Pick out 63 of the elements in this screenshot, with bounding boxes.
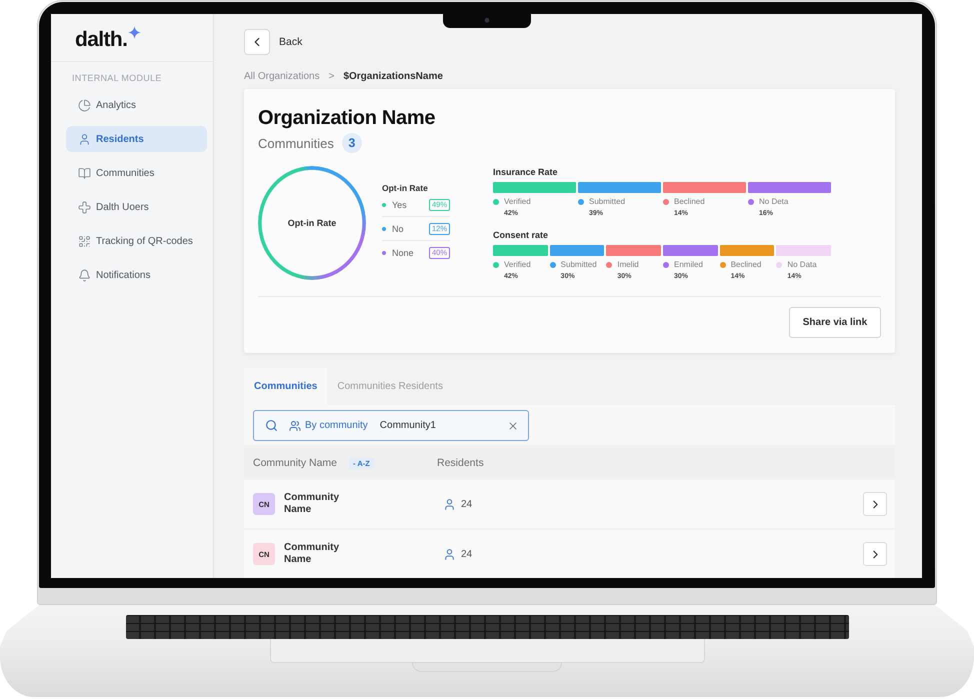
sidebar-item[interactable]: Analytics	[66, 92, 207, 118]
bar-segment	[720, 245, 774, 256]
search-field[interactable]: By community Community1	[253, 410, 529, 441]
sidebar-item[interactable]: Residents	[66, 126, 207, 152]
sidebar-item[interactable]: Dalth Uoers	[66, 194, 207, 220]
section-label: INTERNAL MODULE	[72, 72, 163, 84]
tab[interactable]: Communities	[244, 368, 328, 405]
legend-label: Beclined	[674, 197, 705, 206]
next-button[interactable]	[863, 492, 887, 516]
legend-label: Beclined	[730, 260, 762, 269]
pie-chart-icon	[78, 98, 91, 112]
legend-label: None	[392, 248, 414, 258]
qr-code-icon	[78, 234, 91, 248]
legend-label: No Data	[787, 260, 817, 269]
sidebar-item[interactable]: Tracking of QR-codes	[66, 228, 207, 254]
legend-title: Opt-in Rate	[382, 183, 429, 193]
search-icon	[265, 419, 278, 432]
legend-label: Submitted	[589, 197, 626, 206]
legend-label: Enmiled	[674, 260, 703, 269]
clear-button[interactable]	[507, 420, 519, 432]
bar-segment	[776, 245, 832, 256]
community-name: Community Name	[284, 492, 340, 516]
logo-text: dalth.	[75, 27, 128, 53]
legend-label: No	[392, 224, 404, 234]
close-icon	[507, 420, 519, 432]
bar-segment	[550, 245, 604, 256]
rate-title: Consent rate	[493, 230, 550, 241]
legend-label: Imelid	[617, 260, 639, 269]
ring-center-label: Opt-in Rate	[288, 218, 336, 228]
user-icon	[443, 548, 456, 560]
community-name: Community Name	[284, 542, 340, 566]
user-icon	[443, 498, 456, 510]
legend-label: Yes	[392, 200, 407, 210]
residents-count: 24	[461, 498, 472, 510]
rate-title: Insurance Rate	[493, 167, 559, 178]
bar-segment	[606, 245, 662, 256]
communities-label: Communities	[258, 136, 334, 150]
cross-icon	[78, 200, 91, 214]
filter-chip[interactable]: By community	[289, 420, 368, 432]
sparkle-icon	[128, 26, 142, 39]
column-header: Residents	[437, 457, 484, 469]
group-icon	[289, 420, 301, 432]
bar-segment	[663, 245, 718, 256]
legend-label: No Deta	[759, 197, 788, 206]
bar-segment	[493, 245, 548, 256]
back-label: Back	[279, 36, 302, 48]
back-button[interactable]	[244, 29, 270, 55]
share-button[interactable]: Share via link	[789, 307, 881, 338]
legend-label: Verified	[504, 260, 531, 269]
bell-icon	[78, 268, 91, 282]
organization-title: Organization Name	[258, 106, 436, 130]
next-button[interactable]	[863, 542, 887, 566]
sidebar-item[interactable]: Communities	[66, 160, 207, 186]
residents-count: 24	[461, 548, 472, 560]
legend-label: Verified	[504, 197, 531, 206]
breadcrumb-current: $OrganizationsName	[343, 70, 443, 82]
user-icon	[78, 132, 91, 146]
count-badge: 3	[342, 133, 362, 153]
breadcrumb-separator: >	[328, 70, 334, 82]
book-icon	[78, 166, 91, 180]
column-header: Community Name	[253, 457, 338, 469]
sidebar-item[interactable]: Notifications	[66, 262, 207, 288]
legend-label: Submitted	[560, 260, 597, 269]
